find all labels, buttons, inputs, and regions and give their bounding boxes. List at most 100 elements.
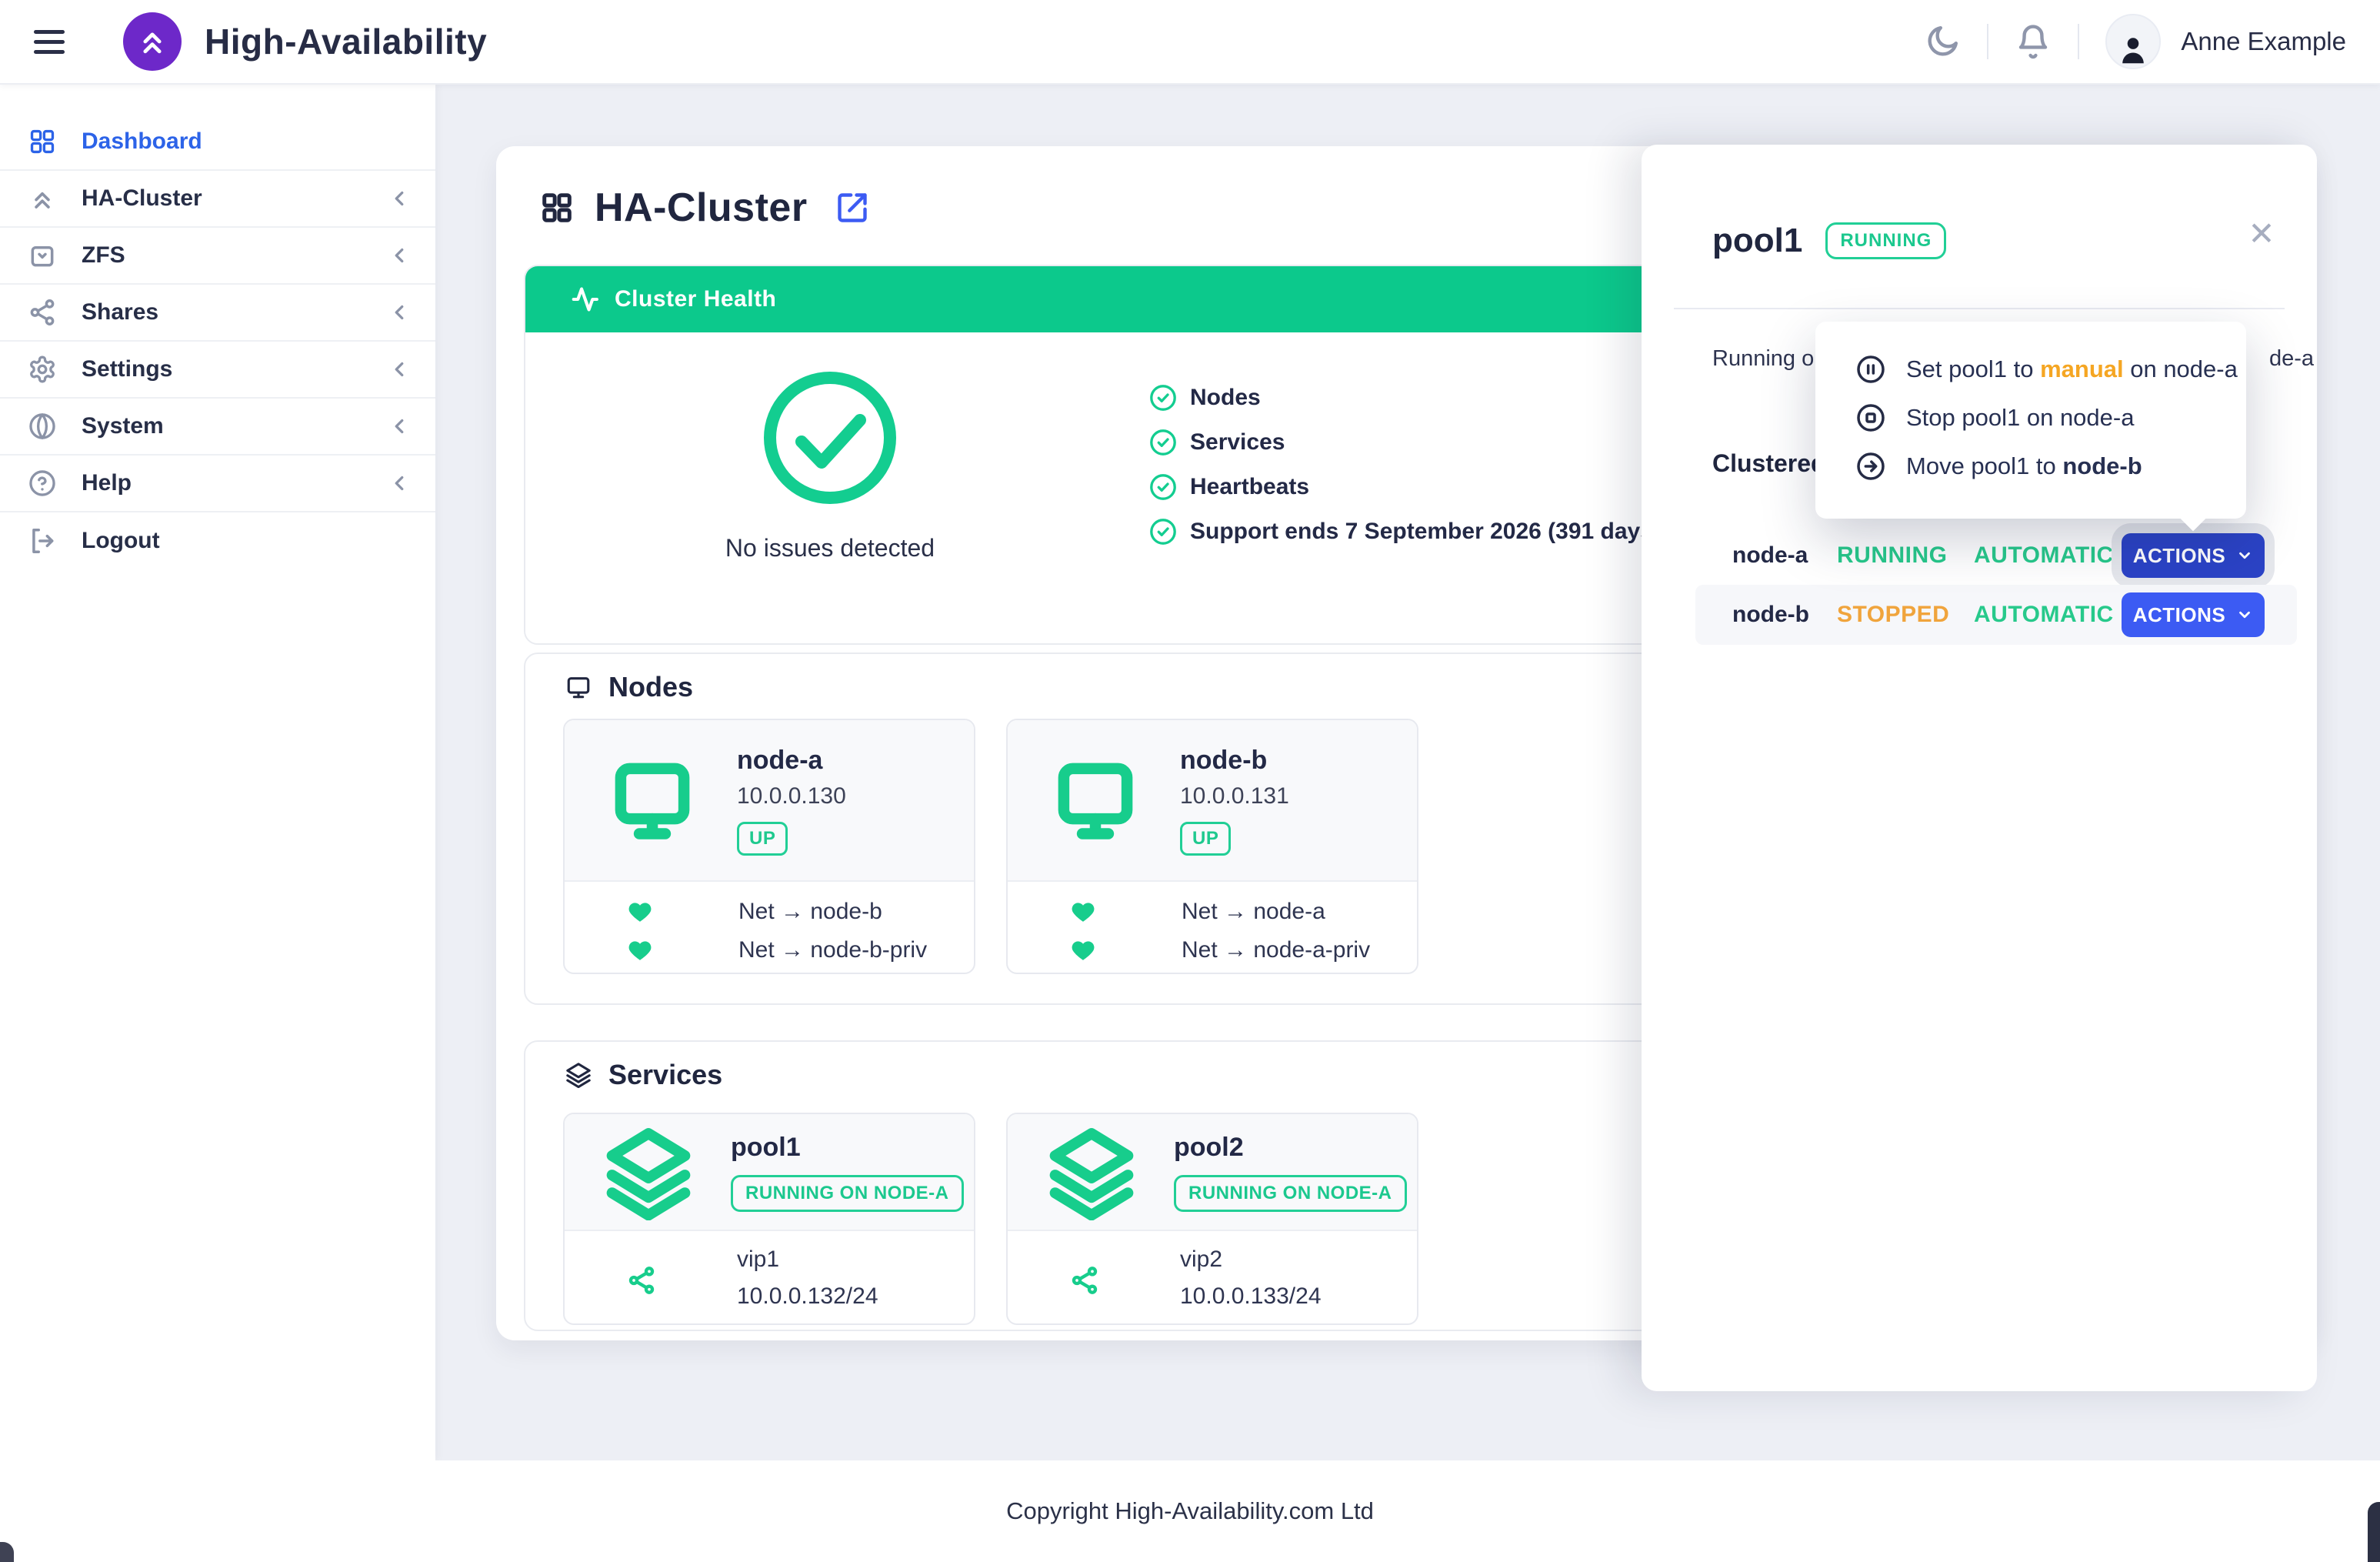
sidebar-item-label: System bbox=[82, 413, 164, 439]
monitor-icon bbox=[565, 674, 592, 700]
vip-name: vip2 bbox=[1180, 1247, 1322, 1273]
row-mode: AUTOMATIC bbox=[1974, 542, 2114, 569]
external-link-icon[interactable] bbox=[835, 191, 869, 225]
health-check-item: Heartbeats bbox=[1148, 472, 1661, 502]
sidebar-item-logout[interactable]: Logout bbox=[0, 512, 435, 569]
service-status-badge: RUNNING ON NODE-A bbox=[1174, 1175, 1407, 1212]
sidebar-item-ha-cluster[interactable]: HA-Cluster bbox=[0, 171, 435, 228]
node-name: node-a bbox=[737, 746, 846, 776]
activity-pulse-icon bbox=[570, 285, 599, 314]
service-status-badge: RUNNING ON NODE-A bbox=[731, 1175, 964, 1212]
chevron-left-icon[interactable] bbox=[388, 301, 411, 324]
service-card-pool2[interactable]: pool2 RUNNING ON NODE-A vip2 10.0.0.133/… bbox=[1006, 1113, 1418, 1325]
chevron-left-icon[interactable] bbox=[388, 358, 411, 381]
health-check-item: Services bbox=[1148, 428, 1661, 457]
chevron-left-icon[interactable] bbox=[388, 472, 411, 495]
sidebar-item-system[interactable]: System bbox=[0, 399, 435, 456]
hamburger-menu-icon[interactable] bbox=[34, 30, 65, 54]
node-status-badge: UP bbox=[1180, 822, 1231, 856]
row-node-name: node-a bbox=[1732, 542, 1808, 569]
heartbeat-row: Net → node-b bbox=[626, 899, 974, 925]
node-card-node-b[interactable]: node-b 10.0.0.131 UP Net → node-a Net → … bbox=[1006, 719, 1418, 974]
share-icon bbox=[1069, 1265, 1100, 1296]
share-icon bbox=[626, 1265, 657, 1296]
heart-icon bbox=[1069, 899, 1097, 925]
sidebar-item-label: ZFS bbox=[82, 242, 125, 269]
arrow-right-circle-icon bbox=[1855, 451, 1886, 482]
menu-item-stop[interactable]: Stop pool1 on node-a bbox=[1855, 393, 2246, 442]
gear-icon bbox=[28, 355, 57, 384]
heart-icon bbox=[626, 899, 654, 925]
table-row-node-b: node-b STOPPED AUTOMATIC ACTIONS bbox=[1695, 585, 2297, 645]
copyright-text: Copyright High-Availability.com Ltd bbox=[1006, 1497, 1374, 1525]
node-status-badge: UP bbox=[737, 822, 788, 856]
row-mode: AUTOMATIC bbox=[1974, 602, 2114, 628]
node-ip: 10.0.0.130 bbox=[737, 783, 846, 809]
monitor-icon bbox=[1051, 753, 1140, 847]
notifications-bell-icon[interactable] bbox=[2015, 23, 2052, 60]
user-avatar[interactable] bbox=[2105, 14, 2161, 69]
chevron-left-icon[interactable] bbox=[388, 187, 411, 210]
running-on-text: Running on bbox=[1712, 346, 1826, 372]
share-icon bbox=[28, 298, 57, 327]
menu-item-move[interactable]: Move pool1 to node-b bbox=[1855, 442, 2246, 490]
stop-circle-icon bbox=[1855, 402, 1886, 433]
chevron-down-icon bbox=[2236, 606, 2253, 623]
dark-mode-moon-icon[interactable] bbox=[1924, 23, 1961, 60]
vip-address: 10.0.0.133/24 bbox=[1180, 1283, 1322, 1310]
globe-icon bbox=[28, 412, 57, 441]
sidebar-item-settings[interactable]: Settings bbox=[0, 342, 435, 399]
help-icon bbox=[28, 469, 57, 498]
chevron-left-icon[interactable] bbox=[388, 244, 411, 267]
node-card-node-a[interactable]: node-a 10.0.0.130 UP Net → node-b Net → … bbox=[563, 719, 975, 974]
app-title: High-Availability bbox=[205, 21, 487, 62]
sidebar-item-shares[interactable]: Shares bbox=[0, 285, 435, 342]
chevrons-up-icon bbox=[28, 184, 57, 213]
health-check-item: Nodes bbox=[1148, 383, 1661, 412]
vip-name: vip1 bbox=[737, 1247, 878, 1273]
target-node-strong: node-b bbox=[2062, 452, 2142, 479]
heartbeat-row: Net → node-a-priv bbox=[1069, 937, 1417, 963]
topbar: High-Availability Anne Example bbox=[0, 0, 2380, 85]
actions-button-label: ACTIONS bbox=[2133, 603, 2226, 627]
actions-button[interactable]: ACTIONS bbox=[2122, 592, 2265, 637]
actions-dropdown-menu: Set pool1 to manual on node-a Stop pool1… bbox=[1815, 322, 2246, 519]
page-title: HA-Cluster bbox=[595, 185, 808, 231]
services-heading: Services bbox=[608, 1059, 722, 1091]
heartbeat-row: Net → node-a bbox=[1069, 899, 1417, 925]
sidebar-item-label: Logout bbox=[82, 528, 160, 554]
menu-item-set-manual[interactable]: Set pool1 to manual on node-a bbox=[1855, 345, 2246, 393]
logout-icon bbox=[28, 526, 57, 556]
row-status: STOPPED bbox=[1837, 602, 1949, 628]
divider bbox=[1674, 308, 2285, 309]
chevron-left-icon[interactable] bbox=[388, 415, 411, 438]
actions-button-label: ACTIONS bbox=[2133, 544, 2226, 568]
grid-icon bbox=[539, 190, 575, 225]
row-node-name: node-b bbox=[1732, 602, 1809, 628]
sidebar-item-zfs[interactable]: ZFS bbox=[0, 228, 435, 285]
actions-button[interactable]: ACTIONS bbox=[2122, 533, 2265, 578]
clustered-heading: Clustered bbox=[1712, 449, 1826, 478]
sidebar-item-dashboard[interactable]: Dashboard bbox=[0, 114, 435, 171]
service-card-pool1[interactable]: pool1 RUNNING ON NODE-A vip1 10.0.0.132/… bbox=[563, 1113, 975, 1325]
sidebar-item-label: HA-Cluster bbox=[82, 185, 202, 212]
divider bbox=[1987, 24, 1988, 59]
success-check-icon bbox=[757, 365, 903, 511]
sidebar-item-label: Shares bbox=[82, 299, 158, 325]
node-name: node-b bbox=[1180, 746, 1289, 776]
grid-icon bbox=[28, 127, 57, 156]
manual-highlight: manual bbox=[2040, 355, 2124, 382]
close-icon[interactable]: ✕ bbox=[2243, 215, 2280, 252]
service-name: pool1 bbox=[731, 1133, 964, 1163]
cluster-health-title: Cluster Health bbox=[615, 286, 776, 312]
pause-circle-icon bbox=[1855, 354, 1886, 385]
heart-icon bbox=[626, 937, 654, 963]
username: Anne Example bbox=[2181, 27, 2346, 56]
sidebar-item-help[interactable]: Help bbox=[0, 456, 435, 512]
service-detail-panel: pool1 RUNNING ✕ Running on de-a Clustere… bbox=[1642, 145, 2317, 1391]
row-status: RUNNING bbox=[1837, 542, 1948, 569]
chevron-down-icon bbox=[2236, 547, 2253, 564]
health-check-item: Support ends 7 September 2026 (391 days) bbox=[1148, 517, 1661, 546]
heartbeat-row: Net → node-b-priv bbox=[626, 937, 974, 963]
health-checklist: Nodes Services Heartbeats Support ends 7… bbox=[1148, 383, 1661, 546]
